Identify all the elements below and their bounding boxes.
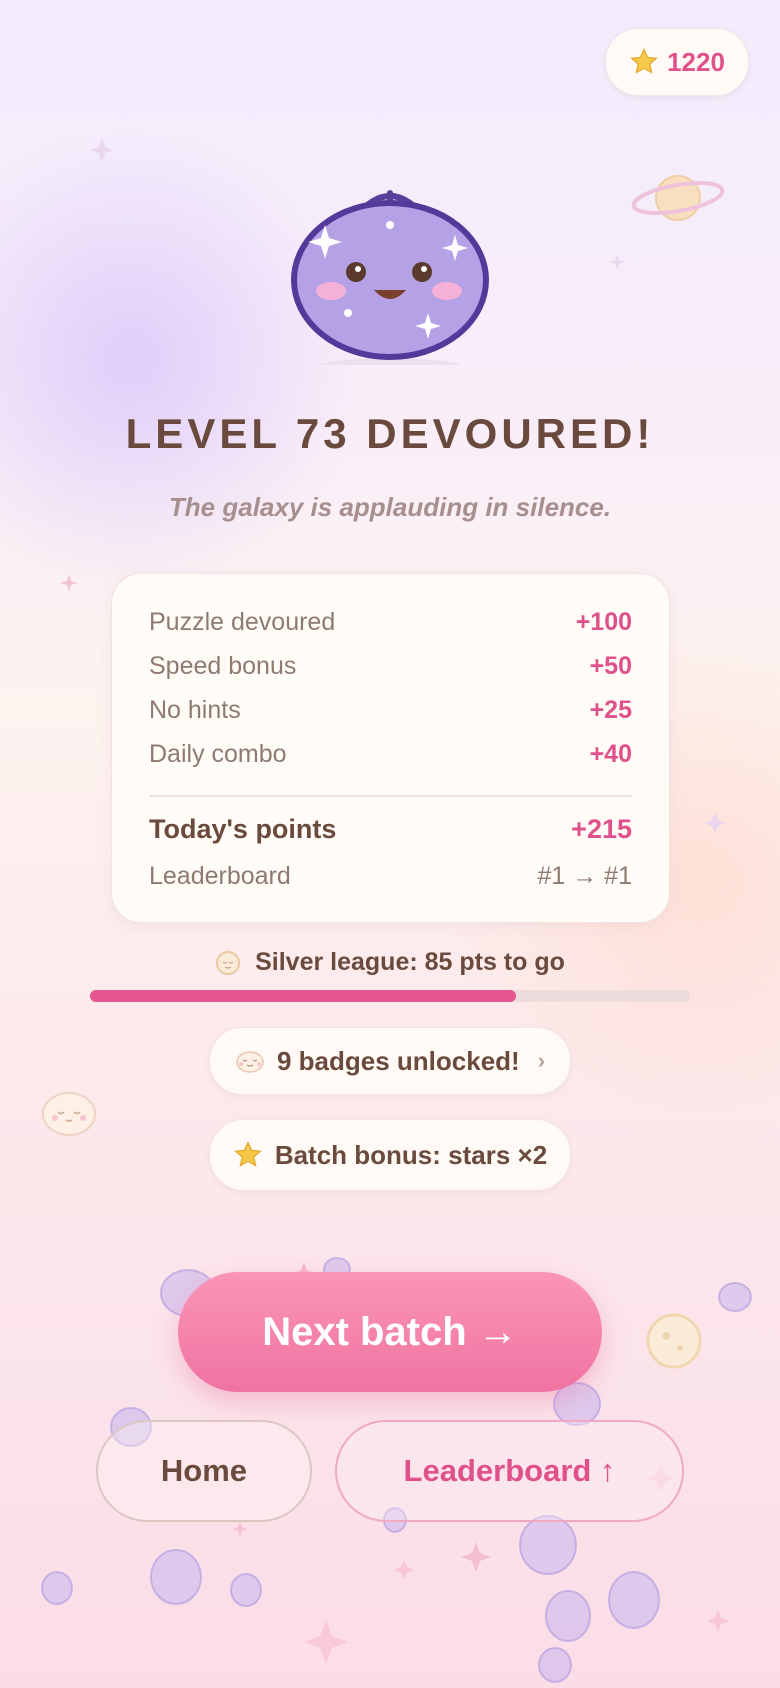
sparkle-icon — [304, 1620, 348, 1664]
leaderboard-rank: #1 → #1 — [537, 862, 632, 890]
row-points: +100 — [575, 608, 632, 636]
plum-icon — [230, 1573, 262, 1607]
plum-icon — [41, 1571, 73, 1605]
star-score-pill: 1220 — [605, 28, 749, 96]
plum-icon — [545, 1590, 591, 1642]
badges-unlocked-chip[interactable]: 9 badges unlocked! › — [209, 1027, 571, 1095]
list-item: Daily combo +40 — [149, 740, 632, 769]
plum-icon — [150, 1549, 202, 1605]
star-score-value: 1220 — [667, 46, 725, 77]
batch-bonus-chip: Batch bonus: stars ×2 — [209, 1119, 571, 1191]
sparkle-icon — [233, 1522, 247, 1536]
star-icon — [234, 1141, 262, 1167]
row-points: +40 — [589, 740, 632, 768]
total-points: +215 — [571, 814, 632, 844]
row-label: Speed bonus — [149, 652, 297, 680]
sparkle-icon — [60, 574, 78, 592]
leaderboard-row: Leaderboard #1 → #1 — [149, 862, 632, 891]
sparkle-icon — [609, 254, 625, 270]
total-row: Today's points +215 — [149, 814, 632, 845]
dumpling-icon — [42, 1092, 96, 1136]
moon-icon — [646, 1313, 702, 1369]
dumpling-icon — [236, 1051, 264, 1073]
plum-icon — [553, 1382, 601, 1426]
plum-icon — [538, 1647, 572, 1683]
badges-label: 9 badges unlocked! — [276, 1045, 520, 1076]
plum-mascot-icon — [291, 190, 489, 365]
list-item: Speed bonus +50 — [149, 652, 632, 681]
row-points: +25 — [589, 696, 632, 724]
divider — [149, 795, 632, 797]
league-progress-label: Silver league: 85 pts to go — [0, 948, 780, 977]
list-item: No hints +25 — [149, 696, 632, 725]
sparkle-icon — [90, 138, 114, 162]
star-icon — [630, 48, 658, 74]
total-label: Today's points — [149, 814, 337, 844]
next-batch-button[interactable]: Next batch → — [178, 1272, 602, 1392]
points-breakdown-card: Puzzle devoured +100 Speed bonus +50 No … — [111, 573, 670, 923]
plum-icon — [519, 1515, 577, 1575]
list-item: Puzzle devoured +100 — [149, 608, 632, 637]
row-label: Puzzle devoured — [149, 608, 336, 636]
sparkle-icon — [704, 812, 726, 834]
sparkle-icon — [461, 1542, 491, 1572]
sparkle-icon — [394, 1560, 414, 1580]
batch-bonus-label: Batch bonus: stars ×2 — [274, 1139, 548, 1170]
plum-icon — [608, 1571, 660, 1629]
plum-icon — [718, 1282, 752, 1312]
row-label: No hints — [149, 696, 241, 724]
planet-icon — [631, 175, 725, 221]
sparkle-icon — [707, 1610, 729, 1632]
row-points: +50 — [589, 652, 632, 680]
home-button[interactable]: Home — [96, 1420, 312, 1522]
moon-icon — [216, 950, 241, 975]
leaderboard-label: Leaderboard — [149, 862, 291, 890]
league-text: Silver league: 85 pts to go — [255, 948, 565, 976]
level-complete-title: LEVEL 73 DEVOURED! — [125, 410, 655, 457]
row-label: Daily combo — [149, 740, 287, 768]
subtitle-text: The galaxy is applauding in silence. — [168, 492, 612, 522]
league-progress-fill — [90, 990, 516, 1002]
leaderboard-button[interactable]: Leaderboard ↑ — [335, 1420, 684, 1522]
chevron-right-icon: › — [537, 1048, 546, 1073]
